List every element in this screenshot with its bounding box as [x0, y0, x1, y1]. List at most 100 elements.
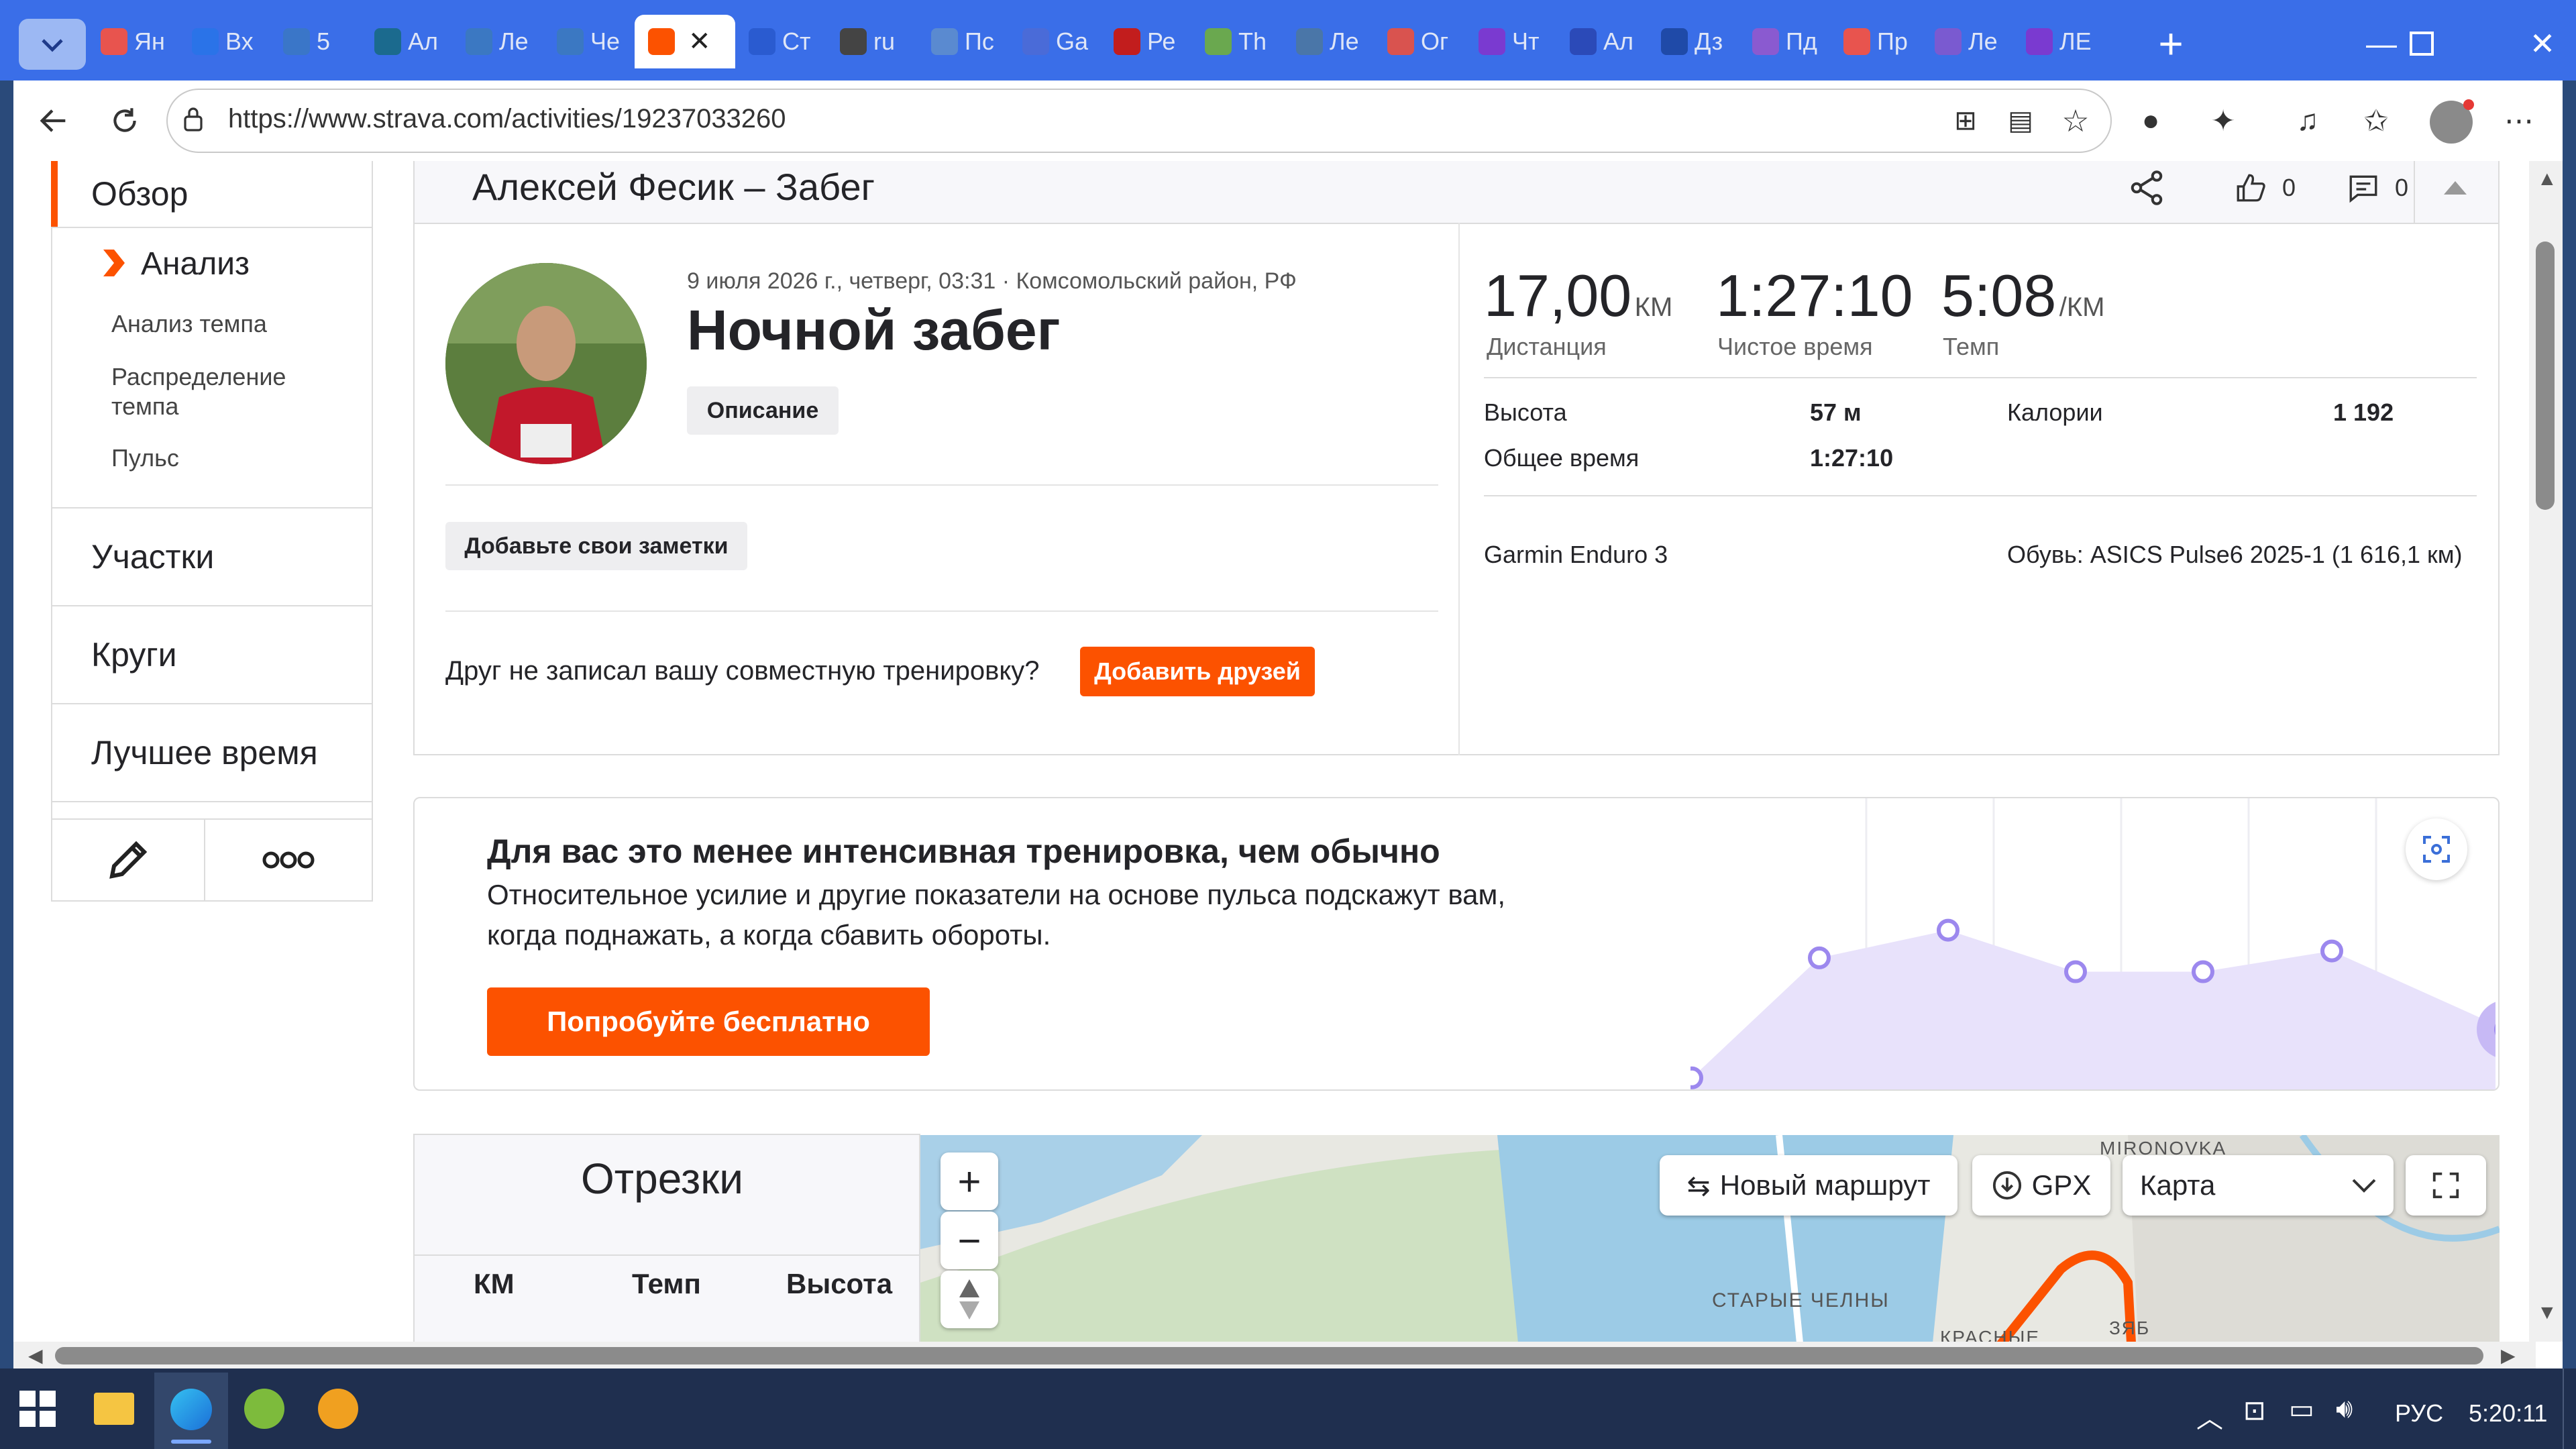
zoom-in-button[interactable]: + — [941, 1152, 998, 1210]
browser-tab[interactable]: Ян — [87, 15, 178, 68]
tab-title: ru — [873, 28, 896, 55]
chart-point — [2192, 960, 2214, 983]
share-button[interactable] — [2120, 161, 2174, 215]
chevron-down-icon — [42, 39, 63, 52]
zoom-out-button[interactable]: − — [941, 1212, 998, 1269]
utorrent-icon[interactable] — [244, 1389, 284, 1429]
sidebar-item-analysis[interactable]: Анализ — [141, 246, 250, 282]
favorites-icon[interactable]: ✩ — [2356, 101, 2396, 141]
activity-meta: 9 июля 2026 г., четверг, 03:31 · Комсомо… — [687, 268, 1297, 294]
horizontal-scroll-thumb[interactable] — [55, 1347, 2483, 1364]
more-actions-button[interactable] — [205, 820, 372, 900]
close-window-button[interactable]: ✕ — [2388, 20, 2576, 67]
gpx-button[interactable]: GPX — [1972, 1155, 2110, 1216]
browser-tab[interactable]: Ле — [1283, 15, 1374, 68]
more-menu-icon[interactable]: ⋯ — [2496, 101, 2542, 141]
browser-tab[interactable]: Пд — [1739, 15, 1830, 68]
sidebar-item-best[interactable]: Лучшее время — [51, 704, 373, 802]
edge-taskbar-button[interactable] — [154, 1373, 228, 1449]
favorite-star-icon[interactable]: ☆ — [2055, 101, 2096, 141]
browser-tab[interactable]: Ал — [1556, 15, 1648, 68]
sidebar-item-segments[interactable]: Участки — [51, 508, 373, 606]
browser-tab-active[interactable]: ✕ — [635, 15, 735, 68]
refresh-button[interactable] — [98, 94, 152, 148]
browser-tab[interactable]: Ga — [1009, 15, 1100, 68]
analysis-icon — [103, 250, 126, 276]
tab-favicon-icon — [1387, 28, 1414, 55]
network-icon[interactable]: ▭ — [2289, 1394, 2314, 1425]
tab-actions-button[interactable] — [19, 19, 86, 70]
tab-title: ЛЕ — [2059, 28, 2092, 55]
collapse-button[interactable] — [2428, 168, 2482, 208]
browser-tab[interactable]: Ст — [735, 15, 826, 68]
new-tab-button[interactable]: + — [2144, 19, 2198, 68]
url-text: https://www.strava.com/activities/192370… — [228, 104, 786, 133]
add-friends-button[interactable]: Добавить друзей — [1080, 647, 1315, 696]
media-icon[interactable]: ♫ — [2288, 101, 2328, 141]
map-layer-select[interactable]: Карта — [2123, 1155, 2394, 1216]
scroll-right-arrow[interactable]: ▶ — [2501, 1344, 2516, 1366]
sidebar-item-overview[interactable]: Обзор — [51, 161, 373, 228]
add-notes-button[interactable]: Добавьте свои заметки — [445, 522, 747, 570]
sidebar-sub-distribution[interactable]: Распределение темпа — [111, 362, 313, 421]
scroll-left-arrow[interactable]: ◀ — [28, 1344, 43, 1366]
browser-tab[interactable]: Чт — [1465, 15, 1556, 68]
fullscreen-button[interactable] — [2406, 1155, 2486, 1216]
back-arrow-icon — [40, 109, 66, 132]
tab-title: Ал — [1603, 28, 1634, 55]
browser-tab[interactable]: ru — [826, 15, 918, 68]
distance-label: Дистанция — [1487, 333, 1607, 360]
caret-up-icon — [2444, 181, 2467, 195]
browser-tab[interactable]: Th — [1191, 15, 1283, 68]
split-screen-icon[interactable]: ⊞ — [1945, 101, 1986, 141]
sidebar-sub-pace[interactable]: Анализ темпа — [111, 310, 267, 338]
tray-device-icon[interactable]: ⊡ — [2243, 1395, 2266, 1426]
reader-icon[interactable]: ▤ — [2000, 101, 2041, 141]
scroll-down-arrow[interactable]: ▼ — [2537, 1301, 2557, 1324]
volume-icon[interactable]: 🔊︎ — [2336, 1394, 2353, 1424]
try-free-button[interactable]: Попробуйте бесплатно — [487, 987, 930, 1056]
pace-unit: /КМ — [2059, 292, 2105, 322]
tray-chevron-icon[interactable]: ︿ — [2196, 1397, 2223, 1436]
clock[interactable]: 5:20:11 — [2469, 1399, 2547, 1428]
vertical-scroll-thumb[interactable] — [2536, 241, 2555, 510]
app-icon[interactable] — [318, 1389, 358, 1429]
scroll-up-arrow[interactable]: ▲ — [2537, 168, 2557, 191]
browser-tab[interactable]: Ал — [361, 15, 452, 68]
browser-tab[interactable]: Вх — [178, 15, 270, 68]
map-label: СТАРЫЕ ЧЕЛНЫ — [1712, 1289, 1890, 1311]
browser-tab[interactable]: Дз — [1648, 15, 1739, 68]
sidebar-item-laps[interactable]: Круги — [51, 606, 373, 704]
puzzle-icon[interactable]: ✦ — [2203, 101, 2243, 141]
card-divider — [1458, 223, 1460, 755]
browser-tab[interactable]: 5 — [270, 15, 361, 68]
description-button[interactable]: Описание — [687, 386, 839, 435]
kudos-button[interactable]: 0 — [2224, 161, 2305, 215]
browser-tab[interactable]: Че — [543, 15, 635, 68]
tab-title: Ог — [1421, 28, 1449, 55]
browser-tab[interactable]: Ле — [1921, 15, 2012, 68]
show-desktop[interactable] — [2563, 1368, 2576, 1449]
compass-button[interactable] — [941, 1271, 998, 1328]
tab-favicon-icon — [192, 28, 219, 55]
tab-close-icon[interactable]: ✕ — [688, 26, 711, 57]
browser-tab[interactable]: ЛЕ — [2012, 15, 2104, 68]
tab-favicon-icon — [1296, 28, 1323, 55]
edit-button[interactable] — [52, 820, 205, 900]
browser-tab[interactable]: Ог — [1374, 15, 1465, 68]
page-viewport: Обзор Анализ Анализ темпа Распределение … — [13, 161, 2563, 1368]
start-button[interactable] — [17, 1389, 58, 1429]
browser-tab[interactable]: Ре — [1100, 15, 1191, 68]
new-route-button[interactable]: ⇆ Новый маршрут — [1660, 1155, 1957, 1216]
comments-button[interactable]: 0 — [2337, 161, 2418, 215]
screenshot-button[interactable] — [2406, 818, 2467, 880]
browser-tab[interactable]: Пс — [918, 15, 1009, 68]
file-explorer-icon[interactable] — [94, 1393, 134, 1425]
input-language[interactable]: РУС — [2395, 1399, 2443, 1428]
browser-tab[interactable]: Пр — [1830, 15, 1921, 68]
sidebar-sub-hr[interactable]: Пульс — [111, 444, 179, 472]
extension-icon[interactable]: ● — [2131, 101, 2171, 141]
athlete-avatar[interactable] — [445, 263, 647, 464]
browser-tab[interactable]: Ле — [452, 15, 543, 68]
back-button[interactable] — [27, 94, 80, 148]
